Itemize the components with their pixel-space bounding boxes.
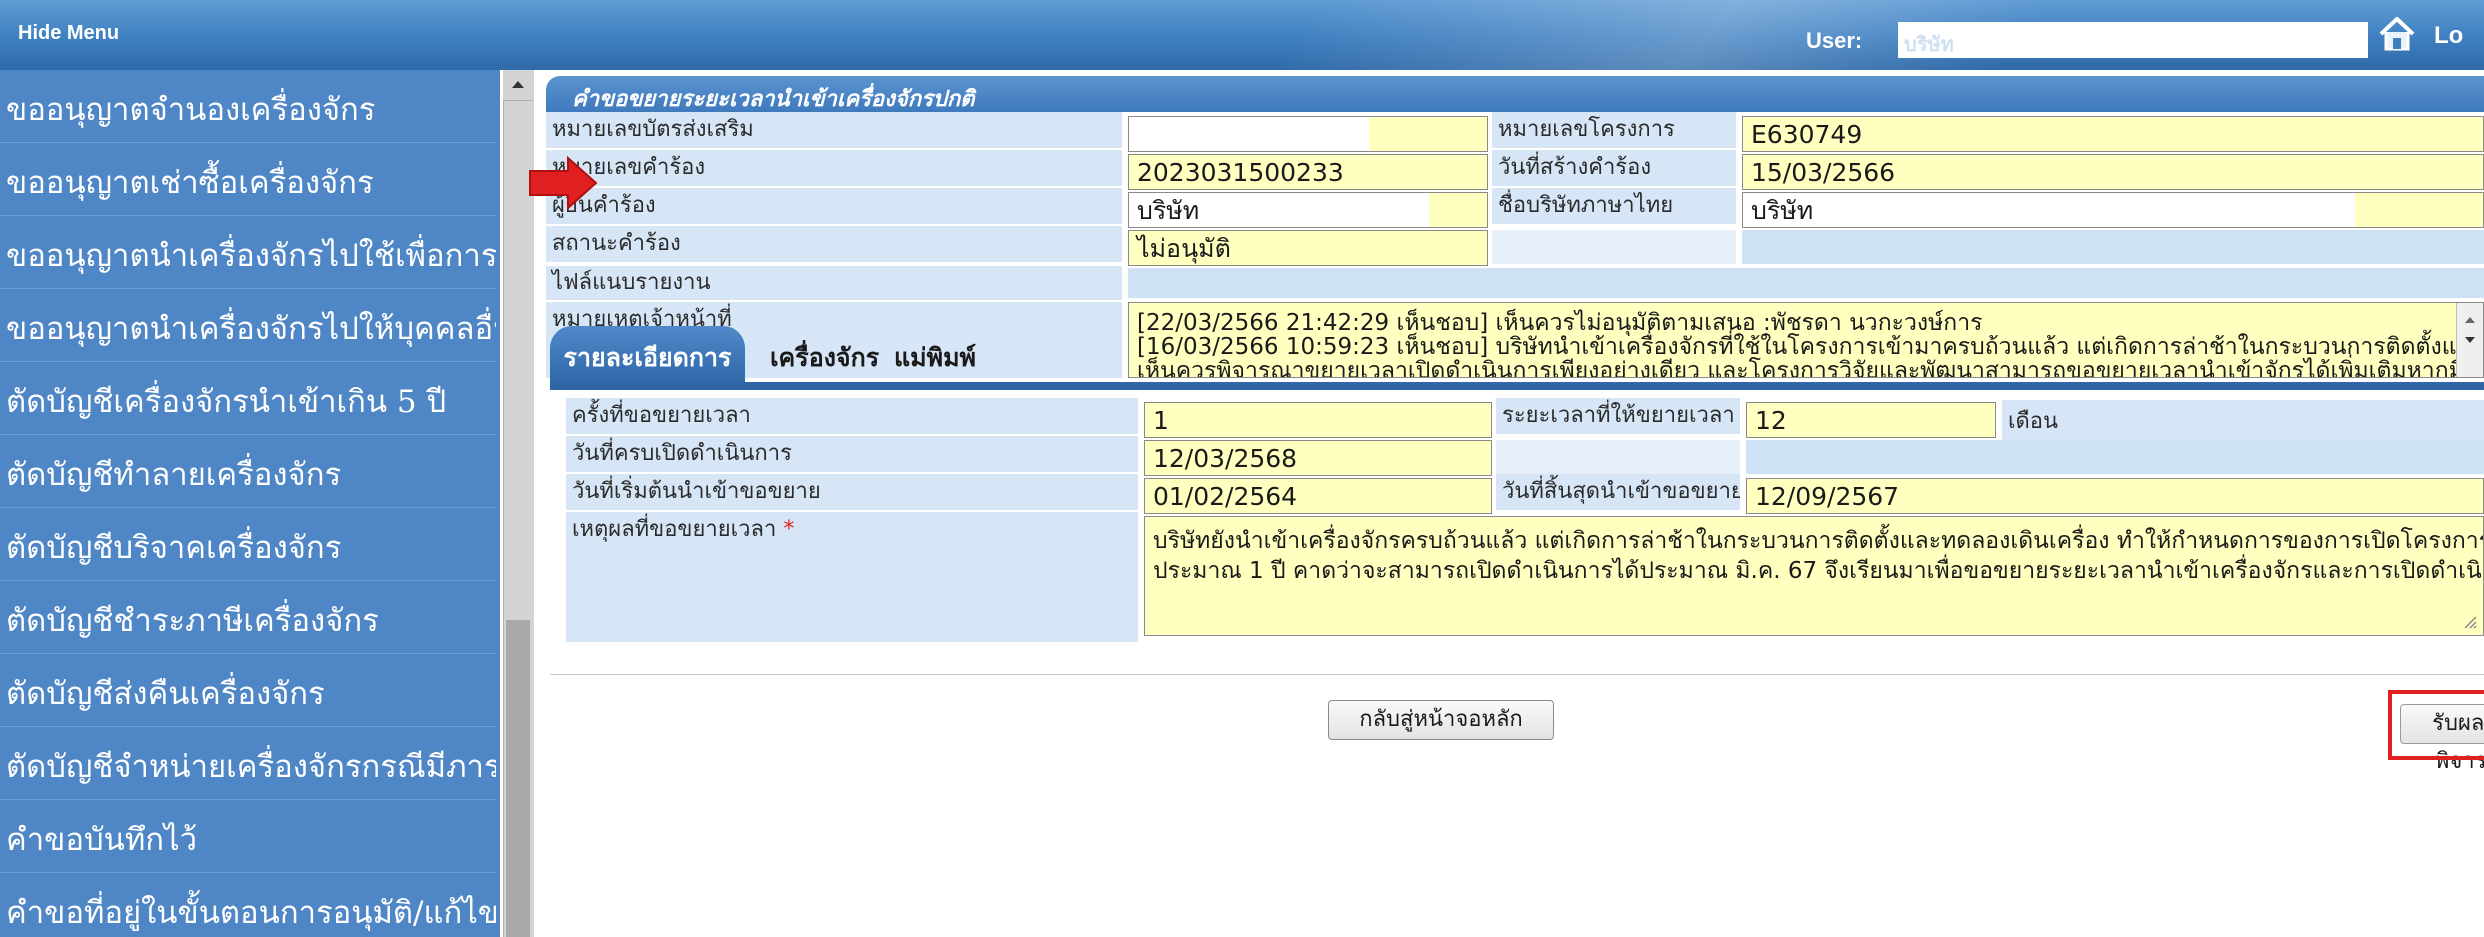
empty-cell [1496, 440, 1740, 474]
report-file-cell [1128, 268, 2484, 298]
status-label: สถานะคำร้อง [546, 226, 1122, 262]
back-to-main-button[interactable]: กลับสู่หน้าจอหลัก [1328, 700, 1554, 740]
scroll-up-button[interactable] [503, 70, 533, 101]
extension-count-value: 1 [1144, 402, 1492, 438]
request-no-value: 2023031500233 [1128, 154, 1488, 190]
reason-line: ประมาณ 1 ปี คาดว่าจะสามารถเปิดดำเนินการไ… [1153, 558, 2483, 584]
extension-period-value: 12 [1746, 402, 1996, 438]
import-start-value: 01/02/2564 [1144, 478, 1492, 514]
promo-card-field [1128, 116, 1488, 152]
sidebar-item-destroy[interactable]: ตัดบัญชีทำลายเครื่องจักร [0, 443, 496, 508]
import-start-label: วันที่เริ่มต้นนำเข้าขอขยาย [566, 474, 1138, 510]
promo-card-label: หมายเลขบัตรส่งเสริม [546, 112, 1122, 148]
operation-due-label: วันที่ครบเปิดดำเนินการ [566, 436, 1138, 472]
home-icon[interactable] [2377, 14, 2417, 54]
operation-due-value: 12/03/2568 [1144, 440, 1492, 476]
sidebar-item-pay-tax[interactable]: ตัดบัญชีชำระภาษีเครื่องจักร [0, 589, 496, 654]
user-name: บริษัท [1904, 32, 1954, 56]
sidebar-item-other-use[interactable]: ขออนุญาตนำเครื่องจักรไปใช้เพื่อการอื่น [0, 224, 496, 289]
project-no-value: E630749 [1742, 116, 2484, 152]
officer-remark-textarea[interactable]: [22/03/2566 21:42:29 เห็นชอบ] เห็นควรไม่… [1128, 302, 2484, 378]
tab-machinery[interactable]: เครื่องจักร [770, 326, 879, 386]
user-label: User: [1806, 28, 1863, 53]
reason-label: เหตุผลที่ขอขยายเวลา [572, 517, 777, 542]
sidebar-item-saved-requests[interactable]: คำขอบันทึกไว้ [0, 808, 496, 873]
hide-menu-button[interactable]: Hide Menu [18, 22, 119, 45]
company-th-field: บริษัท [1742, 192, 2484, 228]
sidebar-item-mortgage[interactable]: ขออนุญาตจำนองเครื่องจักร [0, 78, 496, 143]
applicant-field: บริษัท [1128, 192, 1488, 228]
empty-cell [1746, 440, 2484, 474]
status-value: ไม่อนุมัติ [1128, 230, 1488, 266]
actions-divider [550, 674, 2484, 675]
redacted-area [1129, 117, 1369, 151]
extension-period-unit: เดือน [2002, 400, 2484, 440]
applicant-value: บริษัท [1137, 196, 1200, 225]
import-end-value: 12/09/2567 [1746, 478, 2484, 514]
empty-cell [1742, 230, 2484, 264]
sidebar-item-donate[interactable]: ตัดบัญชีบริจาคเครื่องจักร [0, 516, 496, 581]
import-end-label: วันที่สิ้นสุดนำเข้าขอขยาย [1496, 474, 1740, 510]
applicant-field-tail [1429, 193, 1487, 227]
reason-textarea[interactable]: บริษัทยังนำเข้าเครื่องจักรครบถ้วนแล้ว แต… [1144, 516, 2484, 636]
applicant-label: ผู้ยื่นคำร้อง [546, 188, 1122, 224]
tab-molds[interactable]: แม่พิมพ์ [894, 326, 976, 386]
reason-label-cell: เหตุผลที่ขอขยายเวลา * [566, 512, 1138, 642]
tab-bar [550, 382, 2484, 390]
company-field-tail [2355, 193, 2483, 227]
extension-period-label: ระยะเวลาที่ให้ขยายเวลา [1496, 398, 1740, 434]
chevron-up-icon [512, 81, 524, 88]
created-date-label: วันที่สร้างคำร้อง [1492, 150, 1736, 186]
sidebar-item-over-5-years[interactable]: ตัดบัญชีเครื่องจักรนำเข้าเกิน 5 ปี [0, 370, 496, 435]
company-th-value: บริษัท [1751, 196, 1814, 225]
sidebar-menu: ขออนุญาตจำนองเครื่องจักร ขออนุญาตเช่าซื้… [0, 70, 500, 937]
annotation-highlight-box [2388, 690, 2484, 760]
annotation-arrow-icon [528, 155, 598, 214]
company-th-label: ชื่อบริษัทภาษาไทย [1492, 188, 1736, 224]
main-content: คำขอขยายระยะเวลานำเข้าเครื่องจักรปกติ หม… [529, 70, 2484, 937]
tab-extension-details[interactable]: รายละเอียดการขอขยาย [550, 326, 745, 436]
required-mark: * [783, 517, 795, 542]
extension-count-label: ครั้งที่ขอขยายเวลา [566, 398, 1138, 434]
sidebar-item-hire-purchase[interactable]: ขออนุญาตเช่าซื้อเครื่องจักร [0, 151, 496, 216]
remark-scrollbar[interactable] [2456, 303, 2483, 377]
report-file-label: ไฟล์แนบรายงาน [546, 266, 1122, 300]
form-title: คำขอขยายระยะเวลานำเข้าเครื่องจักรปกติ [572, 87, 975, 112]
top-bar: Hide Menu User: บริษัท Lo [0, 0, 2484, 70]
sidebar-item-sell-taxed[interactable]: ตัดบัญชีจำหน่ายเครื่องจักรกรณีมีภาระภาษี [0, 735, 496, 800]
form-header: คำขอขยายระยะเวลานำเข้าเครื่องจักรปกติ [546, 76, 2484, 112]
sidebar-item-in-approval[interactable]: คำขอที่อยู่ในขั้นตอนการอนุมัติ/แก้ไข [0, 881, 496, 937]
empty-cell [1492, 230, 1736, 264]
user-name-box: บริษัท [1898, 22, 2368, 58]
logout-link[interactable]: Lo [2434, 22, 2463, 50]
sidebar-scroll-thumb[interactable] [506, 620, 530, 937]
created-date-value: 15/03/2566 [1742, 154, 2484, 190]
sidebar-item-return[interactable]: ตัดบัญชีส่งคืนเครื่องจักร [0, 662, 496, 727]
sidebar-item-lend-others[interactable]: ขออนุญาตนำเครื่องจักรไปให้บุคคลอื่นใช้ [0, 297, 496, 362]
request-no-label: หมายเลขคำร้อง [546, 150, 1122, 186]
remark-line: เห็นควรพิจารณาขยายเวลาเปิดดำเนินการเพียง… [1137, 358, 2483, 378]
project-no-label: หมายเลขโครงการ [1492, 112, 1736, 148]
resize-grip-icon[interactable] [2461, 613, 2477, 629]
